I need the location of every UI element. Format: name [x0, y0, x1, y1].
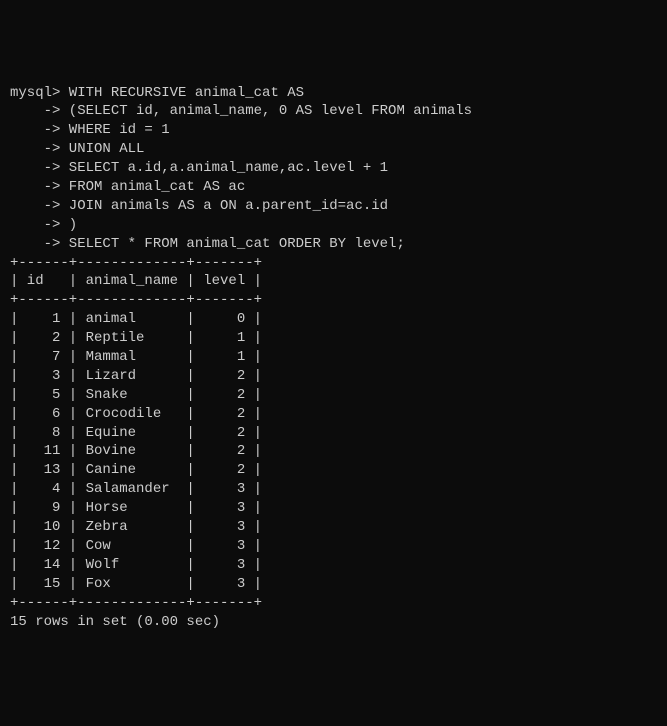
table-border-bottom: +------+-------------+-------+	[10, 595, 262, 611]
terminal-output: mysql> WITH RECURSIVE animal_cat AS -> (…	[10, 84, 657, 632]
table-border-mid: +------+-------------+-------+	[10, 292, 262, 308]
table-header: | id | animal_name | level |	[10, 273, 262, 289]
table-border-top: +------+-------------+-------+	[10, 255, 262, 271]
result-footer: 15 rows in set (0.00 sec)	[10, 614, 220, 630]
query-block: mysql> WITH RECURSIVE animal_cat AS -> (…	[10, 85, 472, 252]
table-body: | 1 | animal | 0 | | 2 | Reptile | 1 | |…	[10, 311, 262, 591]
